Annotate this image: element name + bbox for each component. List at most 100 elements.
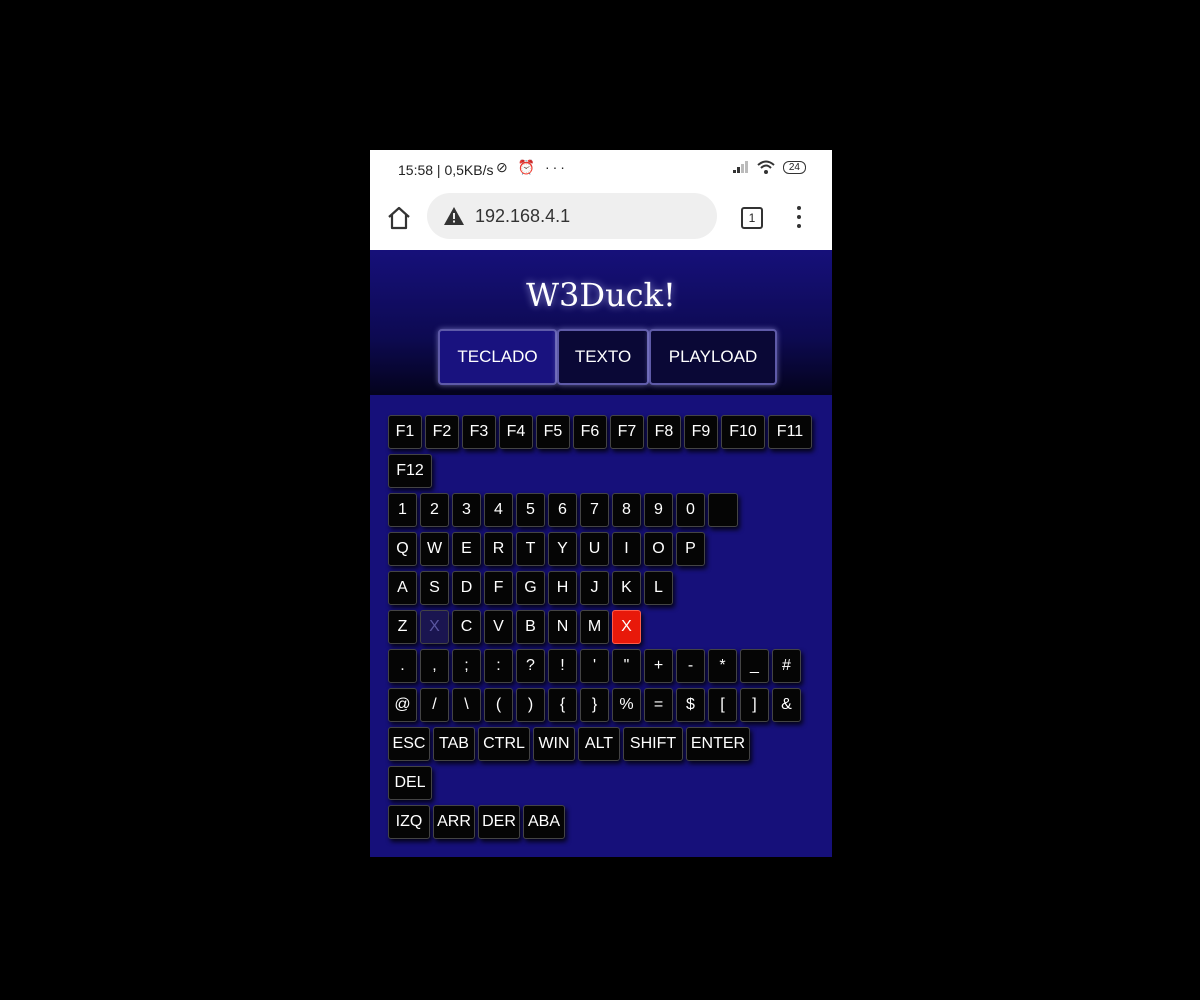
battery-icon: 24 [782, 160, 806, 174]
status-right-icons: 24 [732, 160, 806, 174]
key-enter[interactable]: ENTER [686, 727, 750, 761]
key-j[interactable]: J [580, 571, 609, 605]
key-s[interactable]: S [420, 571, 449, 605]
key-u95[interactable]: _ [740, 649, 769, 683]
key-u44[interactable]: , [420, 649, 449, 683]
key-u38[interactable]: & [772, 688, 801, 722]
key-b[interactable]: B [516, 610, 545, 644]
key-u35[interactable]: # [772, 649, 801, 683]
key-del[interactable]: DEL [388, 766, 432, 800]
address-bar[interactable]: 192.168.4.1 [427, 193, 717, 239]
key-5[interactable]: 5 [516, 493, 545, 527]
key-u64[interactable]: @ [388, 688, 417, 722]
key-r[interactable]: R [484, 532, 513, 566]
key-u[interactable]: U [580, 532, 609, 566]
key-x[interactable]: X [420, 610, 449, 644]
key-f8[interactable]: F8 [647, 415, 681, 449]
key-f6[interactable]: F6 [573, 415, 607, 449]
key-g[interactable]: G [516, 571, 545, 605]
tab-texto[interactable]: TEXTO [557, 329, 649, 385]
key-u47[interactable]: / [420, 688, 449, 722]
key-f2[interactable]: F2 [425, 415, 459, 449]
key-u58[interactable]: : [484, 649, 513, 683]
key-ctrl[interactable]: CTRL [478, 727, 530, 761]
key-n[interactable]: N [548, 610, 577, 644]
key-e[interactable]: E [452, 532, 481, 566]
key-6[interactable]: 6 [548, 493, 577, 527]
key-u37[interactable]: % [612, 688, 641, 722]
key-f1[interactable]: F1 [388, 415, 422, 449]
key-u41[interactable]: ) [516, 688, 545, 722]
key-m[interactable]: M [580, 610, 609, 644]
key-i[interactable]: I [612, 532, 641, 566]
overflow-menu-icon[interactable] [794, 204, 804, 230]
key-u45[interactable]: - [676, 649, 705, 683]
key-u125[interactable]: } [580, 688, 609, 722]
key-p[interactable]: P [676, 532, 705, 566]
key-u63[interactable]: ? [516, 649, 545, 683]
tab-teclado[interactable]: TECLADO [438, 329, 557, 385]
home-icon[interactable] [385, 204, 413, 232]
key-3[interactable]: 3 [452, 493, 481, 527]
key-l[interactable]: L [644, 571, 673, 605]
key-u61[interactable]: = [644, 688, 673, 722]
key-izq[interactable]: IZQ [388, 805, 430, 839]
key-x[interactable]: X [612, 610, 641, 644]
key-f3[interactable]: F3 [462, 415, 496, 449]
key-f5[interactable]: F5 [536, 415, 570, 449]
key-z[interactable]: Z [388, 610, 417, 644]
key-u42[interactable]: * [708, 649, 737, 683]
key-2[interactable]: 2 [420, 493, 449, 527]
key-w[interactable]: W [420, 532, 449, 566]
key-7[interactable]: 7 [580, 493, 609, 527]
tab-playload[interactable]: PLAYLOAD [649, 329, 777, 385]
key-f9[interactable]: F9 [684, 415, 718, 449]
key-u46[interactable]: . [388, 649, 417, 683]
key-shift[interactable]: SHIFT [623, 727, 683, 761]
key-t[interactable]: T [516, 532, 545, 566]
key-f7[interactable]: F7 [610, 415, 644, 449]
key-u43[interactable]: + [644, 649, 673, 683]
key-f[interactable]: F [484, 571, 513, 605]
key-blank[interactable] [708, 493, 738, 527]
key-q[interactable]: Q [388, 532, 417, 566]
key-aba[interactable]: ABA [523, 805, 565, 839]
key-8[interactable]: 8 [612, 493, 641, 527]
keyboard-row: F1 F2 F3 F4 F5 F6 F7 F8 F9 F10 F11 [388, 415, 815, 449]
key-u33[interactable]: ! [548, 649, 577, 683]
key-c[interactable]: C [452, 610, 481, 644]
browser-toolbar: 192.168.4.1 1 [370, 190, 832, 250]
key-h[interactable]: H [548, 571, 577, 605]
key-u91[interactable]: [ [708, 688, 737, 722]
key-arr[interactable]: ARR [433, 805, 475, 839]
key-0[interactable]: 0 [676, 493, 705, 527]
do-not-disturb-icon: ⊘ [496, 159, 511, 175]
key-u59[interactable]: ; [452, 649, 481, 683]
key-f11[interactable]: F11 [768, 415, 812, 449]
key-u93[interactable]: ] [740, 688, 769, 722]
key-y[interactable]: Y [548, 532, 577, 566]
key-9[interactable]: 9 [644, 493, 673, 527]
key-esc[interactable]: ESC [388, 727, 430, 761]
key-u34[interactable]: " [612, 649, 641, 683]
key-4[interactable]: 4 [484, 493, 513, 527]
key-d[interactable]: D [452, 571, 481, 605]
key-der[interactable]: DER [478, 805, 520, 839]
tab-switcher-icon[interactable]: 1 [741, 207, 763, 229]
key-a[interactable]: A [388, 571, 417, 605]
key-f12[interactable]: F12 [388, 454, 432, 488]
key-alt[interactable]: ALT [578, 727, 620, 761]
key-v[interactable]: V [484, 610, 513, 644]
key-u92[interactable]: \ [452, 688, 481, 722]
key-u40[interactable]: ( [484, 688, 513, 722]
key-k[interactable]: K [612, 571, 641, 605]
key-u36[interactable]: $ [676, 688, 705, 722]
key-1[interactable]: 1 [388, 493, 417, 527]
key-win[interactable]: WIN [533, 727, 575, 761]
key-u39[interactable]: ' [580, 649, 609, 683]
key-o[interactable]: O [644, 532, 673, 566]
key-tab[interactable]: TAB [433, 727, 475, 761]
key-f4[interactable]: F4 [499, 415, 533, 449]
key-u123[interactable]: { [548, 688, 577, 722]
key-f10[interactable]: F10 [721, 415, 765, 449]
